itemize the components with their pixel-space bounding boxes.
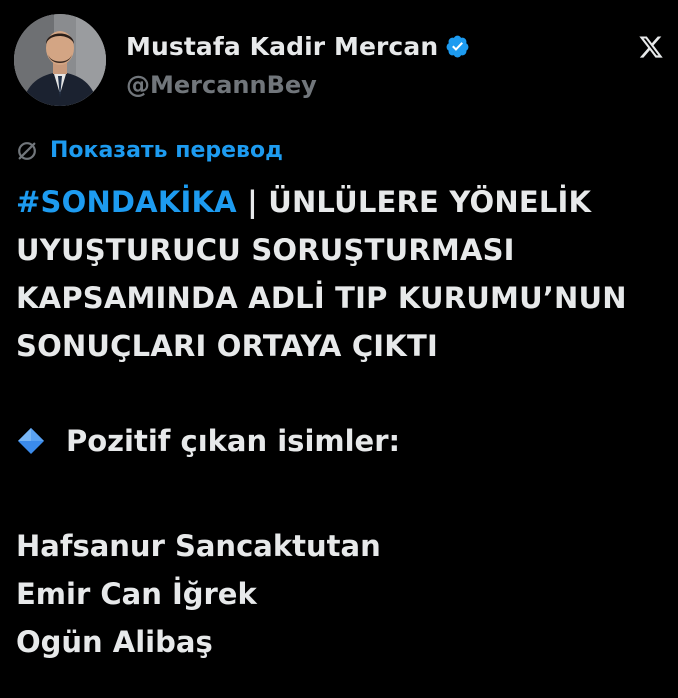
headline-line-1: #SONDAKİKA | ÜNLÜLERE YÖNELİK: [16, 178, 678, 226]
list-item: Hafsanur Sancaktutan: [16, 529, 381, 563]
show-translation-label: Показать перевод: [50, 138, 283, 163]
positive-names-heading: Pozitif çıkan isimler:: [16, 424, 400, 458]
author-display-name[interactable]: Mustafa Kadir Mercan: [126, 32, 438, 61]
headline-line-1-text: ÜNLÜLERE YÖNELİK: [268, 185, 592, 219]
list-item: Ogün Alibaş: [16, 625, 213, 659]
headline-separator: |: [236, 185, 269, 219]
author-handle[interactable]: @MercannBey: [126, 71, 317, 99]
tweet-header: Mustafa Kadir Mercan @MercannBey: [14, 14, 664, 110]
hashtag-link[interactable]: #SONDAKİKA: [16, 185, 237, 219]
globe-icon: [18, 141, 36, 160]
tweet-headline: #SONDAKİKA | ÜNLÜLERE YÖNELİK UYUŞTURUCU…: [16, 178, 678, 370]
profile-photo-icon: [14, 14, 106, 106]
names-list: Hafsanur Sancaktutan Emir Can İğrek Ogün…: [16, 522, 381, 666]
verified-badge-icon: [446, 35, 469, 58]
headline-line-4: SONUÇLARI ORTAYA ÇIKTI: [16, 329, 438, 363]
avatar[interactable]: [14, 14, 106, 106]
headline-line-3: KAPSAMINDA ADLİ TIP KURUMU’NUN: [16, 281, 627, 315]
x-logo-icon[interactable]: [638, 34, 664, 60]
section-title: Pozitif çıkan isimler:: [66, 424, 401, 458]
blue-diamond-icon: [18, 428, 44, 454]
tweet-text: #SONDAKİKA | ÜNLÜLERE YÖNELİK UYUŞTURUCU…: [16, 178, 678, 370]
headline-line-2: UYUŞTURUCU SORUŞTURMASI: [16, 233, 515, 267]
list-item: Emir Can İğrek: [16, 577, 257, 611]
show-translation-link[interactable]: Показать перевод: [16, 138, 283, 163]
author-name-row: Mustafa Kadir Mercan: [126, 32, 470, 61]
